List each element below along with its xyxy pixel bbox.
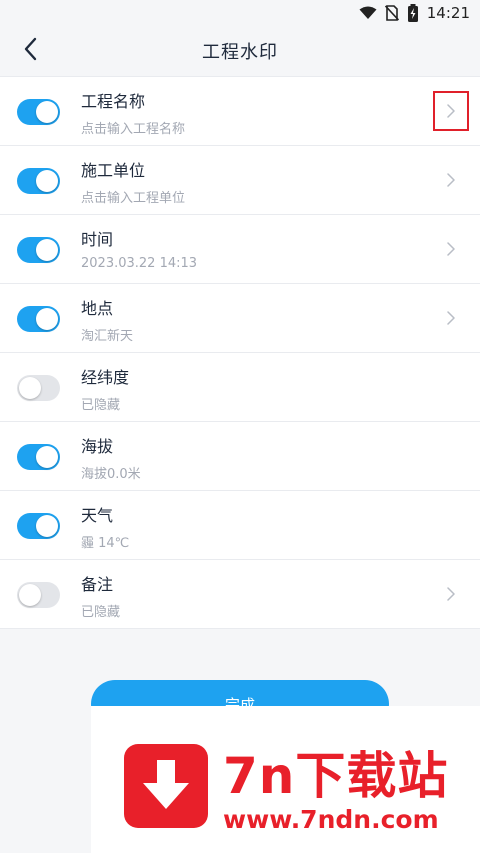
setting-value: 已隐藏 xyxy=(81,398,121,413)
setting-value: 淘汇新天 xyxy=(81,329,134,344)
setting-value: 2023.03.22 14:13 xyxy=(81,256,198,271)
toggle-knob xyxy=(36,308,58,330)
setting-row[interactable]: 经纬度 已隐藏 xyxy=(0,353,480,422)
header: 工程水印 xyxy=(0,26,480,76)
settings-list: 工程名称点击输入工程名称施工单位点击输入工程单位时间 2023.03.22 14:… xyxy=(0,76,480,629)
wifi-icon xyxy=(359,6,377,20)
toggle-switch[interactable] xyxy=(17,582,60,608)
chevron-right-icon[interactable] xyxy=(433,91,469,131)
watermark-name: 7n下载站 xyxy=(223,747,449,805)
toggle-knob xyxy=(36,515,58,537)
setting-row[interactable]: 备注 已隐藏 xyxy=(0,560,480,629)
setting-row[interactable]: 工程名称点击输入工程名称 xyxy=(0,77,480,146)
status-time: 14:21 xyxy=(426,4,470,22)
setting-value: 点击输入工程单位 xyxy=(81,191,186,206)
toggle-knob xyxy=(36,239,58,261)
chevron-right-icon[interactable] xyxy=(433,229,469,269)
toggle-knob xyxy=(36,170,58,192)
toggle-knob xyxy=(36,101,58,123)
setting-title: 经纬度 xyxy=(81,368,130,387)
setting-title: 工程名称 xyxy=(81,92,146,111)
battery-icon xyxy=(407,4,419,22)
page-title: 工程水印 xyxy=(202,42,278,63)
setting-title: 海拔 xyxy=(81,437,114,456)
chevron-left-icon xyxy=(23,37,37,65)
setting-row[interactable]: 天气霾 14℃ xyxy=(0,491,480,560)
toggle-switch[interactable] xyxy=(17,513,60,539)
setting-row[interactable]: 施工单位点击输入工程单位 xyxy=(0,146,480,215)
no-sim-icon xyxy=(384,5,399,21)
chevron-right-icon[interactable] xyxy=(433,574,469,614)
setting-row[interactable]: 时间 2023.03.22 14:13 xyxy=(0,215,480,284)
setting-value: 点击输入工程名称 xyxy=(81,122,186,137)
toggle-knob xyxy=(19,377,41,399)
toggle-switch[interactable] xyxy=(17,99,60,125)
toggle-switch[interactable] xyxy=(17,168,60,194)
toggle-switch[interactable] xyxy=(17,375,60,401)
setting-title: 备注 xyxy=(81,575,114,594)
setting-value: 已隐藏 xyxy=(81,605,121,620)
watermark-url: www.7ndn.com xyxy=(223,805,439,834)
setting-row[interactable]: 海拔海拔0.0米 xyxy=(0,422,480,491)
chevron-right-icon[interactable] xyxy=(433,298,469,338)
back-button[interactable] xyxy=(14,35,46,67)
setting-value: 海拔0.0米 xyxy=(81,467,141,482)
setting-title: 天气 xyxy=(81,506,114,525)
site-watermark: 7n下载站 www.7ndn.com xyxy=(91,706,480,853)
status-bar: 14:21 xyxy=(0,0,480,26)
download-logo-icon xyxy=(124,744,208,828)
setting-title: 施工单位 xyxy=(81,161,146,180)
setting-title: 时间 xyxy=(81,230,114,249)
toggle-switch[interactable] xyxy=(17,237,60,263)
chevron-right-icon[interactable] xyxy=(433,160,469,200)
setting-value: 霾 14℃ xyxy=(81,536,130,551)
toggle-switch[interactable] xyxy=(17,306,60,332)
toggle-switch[interactable] xyxy=(17,444,60,470)
setting-row[interactable]: 地点 淘汇新天 xyxy=(0,284,480,353)
toggle-knob xyxy=(36,446,58,468)
setting-title: 地点 xyxy=(81,299,114,318)
toggle-knob xyxy=(19,584,41,606)
